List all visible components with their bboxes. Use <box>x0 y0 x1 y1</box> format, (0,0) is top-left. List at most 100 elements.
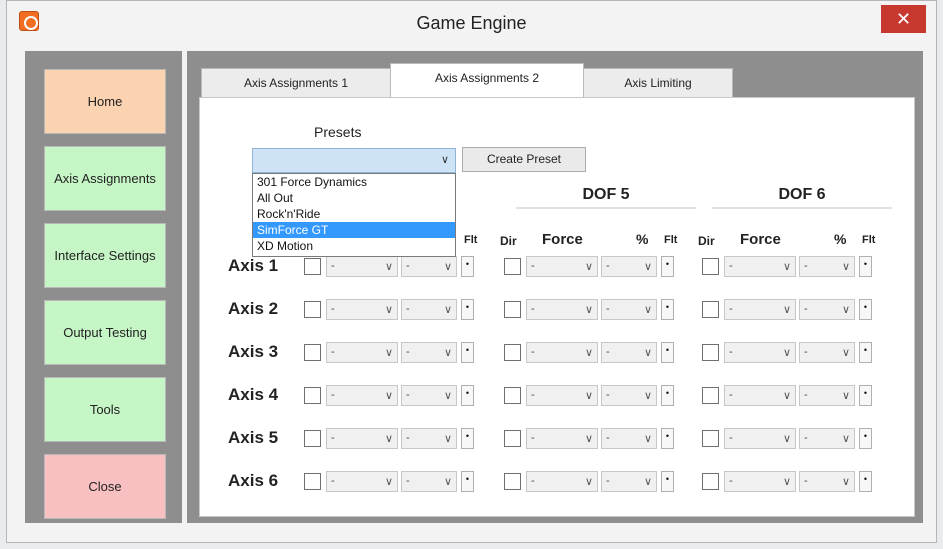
direction-checkbox[interactable] <box>504 387 521 404</box>
force-combobox[interactable]: - ∨ <box>724 256 796 277</box>
percent-combobox[interactable]: - ∨ <box>601 385 657 406</box>
filter-toggle-button[interactable]: • <box>661 342 674 363</box>
force-combobox[interactable]: - ∨ <box>724 299 796 320</box>
filter-toggle-button[interactable]: • <box>859 385 872 406</box>
filter-toggle-button[interactable]: • <box>461 471 474 492</box>
filter-toggle-button[interactable]: • <box>461 342 474 363</box>
nav-tools-button[interactable]: Tools <box>44 377 166 442</box>
percent-combobox[interactable]: - ∨ <box>799 256 855 277</box>
force-combobox[interactable]: - ∨ <box>326 428 398 449</box>
filter-toggle-button[interactable]: • <box>461 256 474 277</box>
filter-toggle-button[interactable]: • <box>859 299 872 320</box>
direction-checkbox[interactable] <box>504 430 521 447</box>
dof6-header: DOF 6 <box>778 186 826 203</box>
force-combobox[interactable]: - ∨ <box>326 471 398 492</box>
filter-toggle-button[interactable]: • <box>461 385 474 406</box>
filter-toggle-button[interactable]: • <box>661 471 674 492</box>
force-combobox[interactable]: - ∨ <box>526 385 598 406</box>
preset-option[interactable]: SimForce GT <box>253 222 455 238</box>
combo-value: - <box>606 389 610 401</box>
nav-close-button[interactable]: Close <box>44 454 166 519</box>
tab-axis-limiting[interactable]: Axis Limiting <box>583 68 733 98</box>
title-bar: Game Engine ✕ <box>7 1 936 43</box>
percent-combobox[interactable]: - ∨ <box>601 428 657 449</box>
percent-combobox[interactable]: - ∨ <box>799 428 855 449</box>
force-combobox[interactable]: - ∨ <box>326 256 398 277</box>
direction-checkbox[interactable] <box>702 258 719 275</box>
preset-option[interactable]: All Out <box>253 190 455 206</box>
filter-toggle-button[interactable]: • <box>859 428 872 449</box>
force-combobox[interactable]: - ∨ <box>326 385 398 406</box>
force-combobox[interactable]: - ∨ <box>526 471 598 492</box>
percent-combobox[interactable]: - ∨ <box>799 342 855 363</box>
direction-checkbox[interactable] <box>702 473 719 490</box>
filter-toggle-button[interactable]: • <box>859 256 872 277</box>
chevron-down-icon: ∨ <box>841 347 850 359</box>
direction-checkbox[interactable] <box>504 473 521 490</box>
combo-value: - <box>531 389 535 401</box>
nav-home-button[interactable]: Home <box>44 69 166 134</box>
nav-output-testing-button[interactable]: Output Testing <box>44 300 166 365</box>
filter-toggle-button[interactable]: • <box>859 342 872 363</box>
direction-checkbox[interactable] <box>702 344 719 361</box>
filter-toggle-button[interactable]: • <box>661 256 674 277</box>
percent-combobox[interactable]: - ∨ <box>799 385 855 406</box>
filter-toggle-button[interactable]: • <box>859 471 872 492</box>
force-combobox[interactable]: - ∨ <box>526 299 598 320</box>
nav-axis-assignments-button[interactable]: Axis Assignments <box>44 146 166 211</box>
direction-checkbox[interactable] <box>504 301 521 318</box>
presets-combobox[interactable]: ∨ <box>252 148 456 173</box>
preset-option[interactable]: Rock'n'Ride <box>253 206 455 222</box>
percent-combobox[interactable]: - ∨ <box>799 299 855 320</box>
percent-combobox[interactable]: - ∨ <box>401 471 457 492</box>
force-combobox[interactable]: - ∨ <box>724 428 796 449</box>
chevron-down-icon: ∨ <box>584 304 593 316</box>
force-combobox[interactable]: - ∨ <box>526 428 598 449</box>
direction-checkbox[interactable] <box>304 301 321 318</box>
percent-combobox[interactable]: - ∨ <box>601 342 657 363</box>
filter-toggle-button[interactable]: • <box>461 299 474 320</box>
force-combobox[interactable]: - ∨ <box>724 471 796 492</box>
create-preset-button[interactable]: Create Preset <box>462 147 586 172</box>
direction-checkbox[interactable] <box>702 430 719 447</box>
percent-combobox[interactable]: - ∨ <box>799 471 855 492</box>
percent-combobox[interactable]: - ∨ <box>401 428 457 449</box>
direction-checkbox[interactable] <box>504 258 521 275</box>
filter-toggle-button[interactable]: • <box>461 428 474 449</box>
preset-option[interactable]: XD Motion <box>253 238 455 254</box>
percent-combobox[interactable]: - ∨ <box>401 342 457 363</box>
filter-toggle-button[interactable]: • <box>661 385 674 406</box>
sidebar: Home Axis Assignments Interface Settings… <box>25 51 182 523</box>
percent-combobox[interactable]: - ∨ <box>401 256 457 277</box>
flt-column-header: Flt <box>862 234 876 246</box>
combo-value: - <box>804 303 808 315</box>
percent-combobox[interactable]: - ∨ <box>601 471 657 492</box>
direction-checkbox[interactable] <box>304 258 321 275</box>
percent-combobox[interactable]: - ∨ <box>401 385 457 406</box>
chevron-down-icon: ∨ <box>643 261 652 273</box>
direction-checkbox[interactable] <box>702 301 719 318</box>
direction-checkbox[interactable] <box>304 473 321 490</box>
filter-toggle-button[interactable]: • <box>661 428 674 449</box>
force-combobox[interactable]: - ∨ <box>724 342 796 363</box>
direction-checkbox[interactable] <box>304 344 321 361</box>
tab-axis-assignments-1[interactable]: Axis Assignments 1 <box>201 68 391 98</box>
window-close-button[interactable]: ✕ <box>881 5 926 33</box>
preset-option[interactable]: 301 Force Dynamics <box>253 174 455 190</box>
force-combobox[interactable]: - ∨ <box>326 342 398 363</box>
direction-checkbox[interactable] <box>504 344 521 361</box>
force-combobox[interactable]: - ∨ <box>724 385 796 406</box>
filter-toggle-button[interactable]: • <box>661 299 674 320</box>
direction-checkbox[interactable] <box>702 387 719 404</box>
force-combobox[interactable]: - ∨ <box>326 299 398 320</box>
nav-interface-settings-button[interactable]: Interface Settings <box>44 223 166 288</box>
percent-combobox[interactable]: - ∨ <box>601 299 657 320</box>
force-combobox[interactable]: - ∨ <box>526 342 598 363</box>
direction-checkbox[interactable] <box>304 430 321 447</box>
force-combobox[interactable]: - ∨ <box>526 256 598 277</box>
tab-axis-assignments-2[interactable]: Axis Assignments 2 <box>390 63 584 98</box>
direction-checkbox[interactable] <box>304 387 321 404</box>
percent-combobox[interactable]: - ∨ <box>401 299 457 320</box>
percent-combobox[interactable]: - ∨ <box>601 256 657 277</box>
combo-value: - <box>406 432 410 444</box>
